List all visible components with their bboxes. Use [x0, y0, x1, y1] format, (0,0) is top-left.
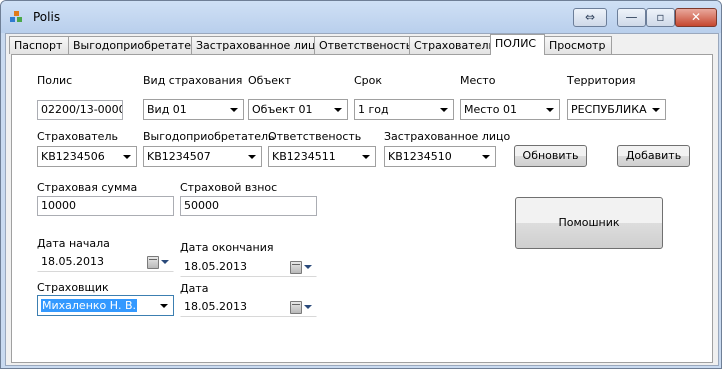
start-date-label: Дата начала — [37, 237, 110, 250]
calendar-dropdown-icon[interactable] — [290, 301, 312, 314]
territory-value: РЕСПУБЛИКА — [571, 103, 647, 116]
chevron-down-icon[interactable] — [650, 100, 662, 119]
polis-label: Полис — [37, 74, 73, 87]
calendar-dropdown-icon[interactable] — [147, 256, 169, 269]
chevron-down-icon[interactable] — [360, 147, 372, 166]
sum-insured-input[interactable]: 10000 — [37, 196, 174, 216]
term-value: 1 год — [358, 103, 389, 116]
chevron-down-icon[interactable] — [480, 147, 492, 166]
territory-label: Территория — [567, 74, 636, 87]
chevron-down-icon[interactable] — [158, 296, 170, 315]
liability-label: Ответственость — [268, 130, 362, 143]
polis-tab-page: Полис Вид страхования Объект Срок Место … — [11, 54, 713, 363]
end-date-label: Дата окончания — [180, 241, 274, 254]
chevron-down-icon[interactable] — [228, 100, 240, 119]
chevron-down-icon[interactable] — [332, 100, 344, 119]
insurer-combo[interactable]: Михаленко Н. В. — [37, 295, 174, 316]
policyholder-combo[interactable]: KB1234506 — [37, 146, 137, 167]
premium-label: Страховой взнос — [180, 181, 278, 194]
beneficiary-value: KB1234507 — [147, 150, 211, 163]
date-picker[interactable]: 18.05.2013 — [180, 297, 317, 317]
place-label: Место — [460, 74, 496, 87]
liability-value: KB1234511 — [272, 150, 336, 163]
date-value: 18.05.2013 — [184, 300, 247, 313]
term-label: Срок — [354, 74, 383, 87]
minimize-button[interactable]: — — [617, 8, 646, 27]
chevron-down-icon[interactable] — [438, 100, 450, 119]
beneficiary-label: Выгодоприобретатель — [143, 130, 275, 143]
insurer-value: Михаленко Н. В. — [41, 299, 138, 312]
chevron-down-icon[interactable] — [544, 100, 556, 119]
territory-combo[interactable]: РЕСПУБЛИКА — [567, 99, 666, 120]
assistant-button[interactable]: Помошник — [515, 197, 663, 249]
client-area: Паспорт Выгодоприобретатель Застрахованн… — [5, 33, 719, 366]
tab-liability[interactable]: Ответственость — [314, 36, 412, 54]
term-combo[interactable]: 1 год — [354, 99, 454, 120]
restore-arrows-button[interactable]: ⇔ — [573, 8, 607, 27]
insured-person-value: KB1234510 — [388, 150, 452, 163]
policyholder-label: Страхователь — [37, 130, 118, 143]
main-window: Polis ⇔ — ▫ ✕ Паспорт Выгодоприобретател… — [0, 0, 722, 369]
sum-insured-label: Страховая сумма — [37, 181, 138, 194]
app-icon — [10, 11, 24, 23]
close-button[interactable]: ✕ — [675, 8, 717, 27]
start-date-value: 18.05.2013 — [41, 255, 104, 268]
end-date-picker[interactable]: 18.05.2013 — [180, 257, 317, 277]
object-value: Объект 01 — [252, 103, 313, 116]
add-button[interactable]: Добавить — [617, 145, 690, 167]
policyholder-value: KB1234506 — [41, 150, 105, 163]
tab-preview[interactable]: Просмотр — [544, 36, 612, 54]
maximize-button[interactable]: ▫ — [646, 8, 675, 27]
insured-person-combo[interactable]: KB1234510 — [384, 146, 496, 167]
tab-beneficiary[interactable]: Выгодоприобретатель — [68, 36, 205, 54]
calendar-dropdown-icon[interactable] — [290, 261, 312, 274]
window-title: Polis — [33, 10, 61, 24]
premium-input[interactable]: 50000 — [180, 196, 317, 216]
object-label: Объект — [248, 74, 292, 87]
refresh-button[interactable]: Обновить — [514, 145, 587, 167]
object-combo[interactable]: Объект 01 — [248, 99, 348, 120]
start-date-picker[interactable]: 18.05.2013 — [37, 252, 174, 272]
insurance-type-combo[interactable]: Вид 01 — [143, 99, 244, 120]
chevron-down-icon[interactable] — [246, 147, 258, 166]
liability-combo[interactable]: KB1234511 — [268, 146, 376, 167]
title-bar: Polis ⇔ — ▫ ✕ — [1, 1, 721, 33]
insurance-type-value: Вид 01 — [147, 103, 187, 116]
tab-insured-person[interactable]: Застрахованное лицо — [191, 36, 322, 54]
place-value: Место 01 — [464, 103, 517, 116]
beneficiary-combo[interactable]: KB1234507 — [143, 146, 262, 167]
insurance-type-label: Вид страхования — [143, 74, 243, 87]
insured-person-label: Застрахованное лицо — [384, 130, 511, 143]
tab-policyholder[interactable]: Страхователь — [409, 36, 495, 54]
place-combo[interactable]: Место 01 — [460, 99, 560, 120]
chevron-down-icon[interactable] — [121, 147, 133, 166]
tab-passport[interactable]: Паспорт — [9, 36, 69, 54]
tab-polis[interactable]: ПОЛИС — [490, 34, 545, 55]
polis-number-input[interactable]: 02200/13-00001 — [37, 100, 123, 120]
date-label: Дата — [180, 282, 209, 295]
insurer-label: Страховщик — [37, 281, 109, 294]
end-date-value: 18.05.2013 — [184, 260, 247, 273]
